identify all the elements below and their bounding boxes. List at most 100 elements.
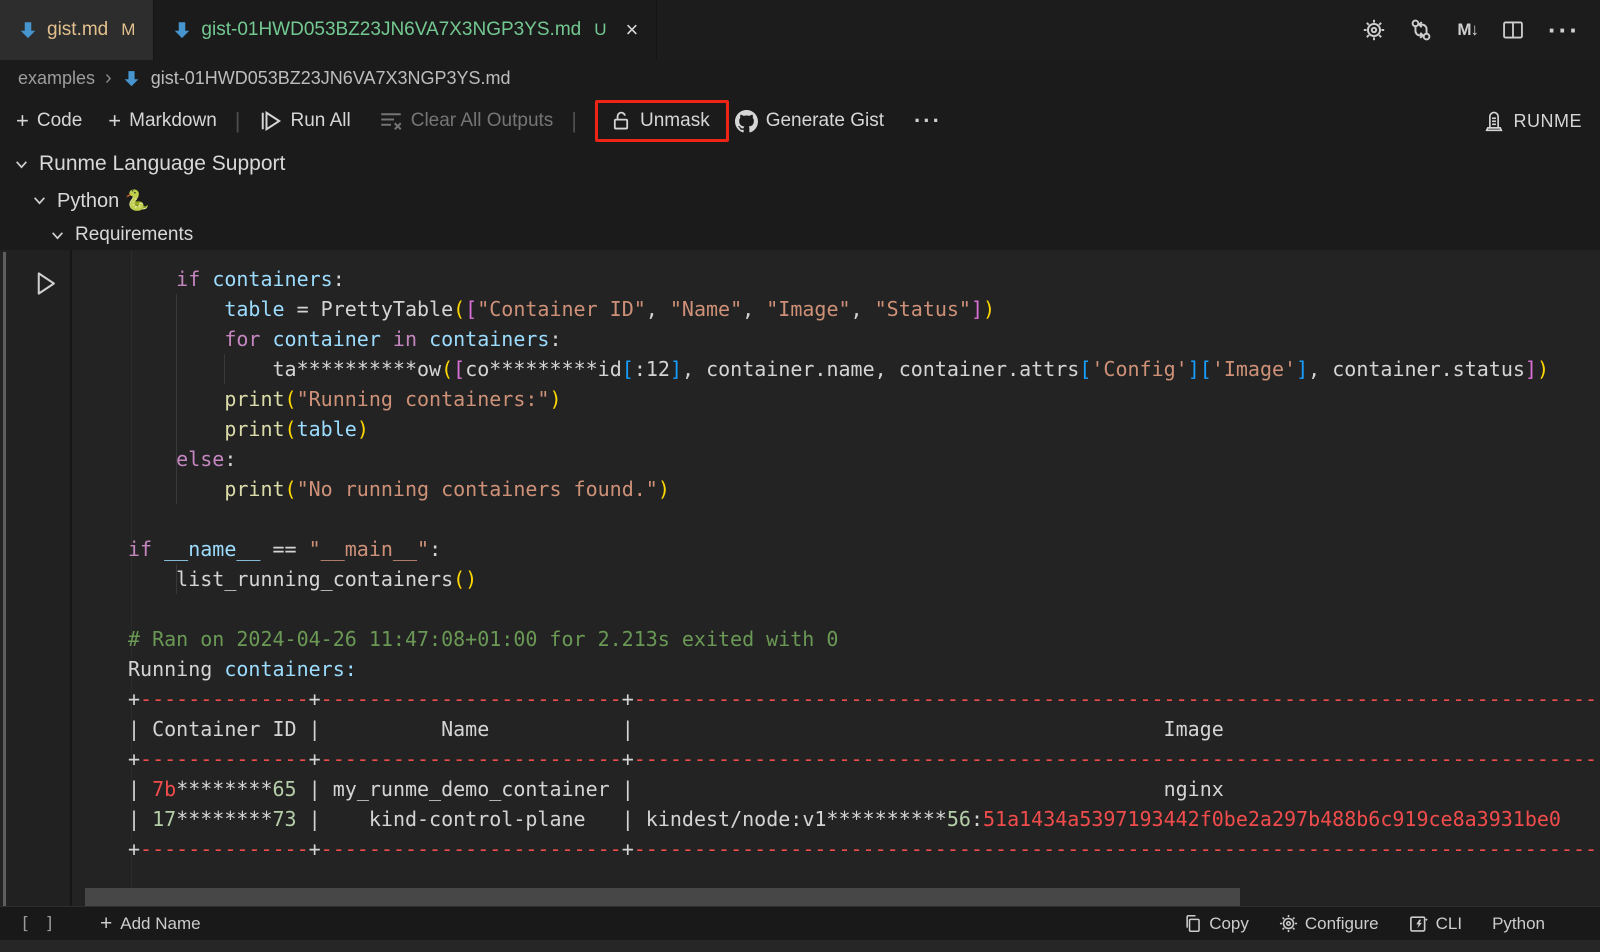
code-line[interactable]: else:	[128, 444, 1598, 474]
code-line[interactable]: table = PrettyTable(["Container ID", "Na…	[128, 294, 1598, 324]
code-token: +	[622, 837, 634, 861]
runme-kernel-button[interactable]: RUNME	[1483, 110, 1600, 132]
code-token	[152, 537, 164, 561]
notebook-code-cell: if containers: table = PrettyTable(["Con…	[0, 250, 1600, 952]
code-token: *********	[489, 357, 597, 381]
cell-bracket-icon: [ ]	[20, 914, 57, 934]
cell-focus-bar[interactable]	[3, 252, 6, 940]
code-token: (	[441, 357, 453, 381]
code-editor[interactable]: if containers: table = PrettyTable(["Con…	[128, 264, 1598, 864]
code-token	[128, 327, 224, 351]
outline-item-runme-language-support[interactable]: Runme Language Support	[14, 152, 285, 176]
kernel-language-label[interactable]: Python	[1492, 914, 1545, 934]
code-token	[128, 387, 224, 411]
code-token: containers	[429, 327, 549, 351]
notebook-more-icon[interactable]: ···	[914, 108, 942, 134]
code-token: [	[1200, 357, 1212, 381]
code-line[interactable]: | 7b********65 | my_runme_demo_container…	[128, 774, 1598, 804]
tab-gist-ulid-md[interactable]: gist-01HWD053BZ23JN6VA7X3NGP3YS.md U ×	[154, 0, 657, 60]
clear-all-icon	[379, 109, 403, 133]
code-token: )	[549, 387, 561, 411]
code-line[interactable]: if __name__ == "__main__":	[128, 534, 1598, 564]
modified-badge: M	[121, 20, 135, 40]
cli-button[interactable]: CLI	[1409, 914, 1462, 934]
code-token: 73	[273, 807, 297, 831]
code-line[interactable]: print(table)	[128, 414, 1598, 444]
code-token: | kind-control-plane | kindest/node:v1	[297, 807, 827, 831]
generate-gist-button[interactable]: Generate Gist	[735, 110, 884, 133]
code-line[interactable]: for container in containers:	[128, 324, 1598, 354]
code-token	[381, 327, 393, 351]
code-token: -------------------------	[321, 747, 622, 771]
notebook-toolbar: + Code + Markdown | Run All Clear All O	[0, 96, 1600, 146]
code-line[interactable]: ta**********ow([co*********id[:12], cont…	[128, 354, 1598, 384]
more-actions-icon[interactable]: ···	[1548, 15, 1580, 46]
code-token: ,	[851, 297, 875, 321]
code-token: :	[429, 537, 441, 561]
settings-gear-icon[interactable]	[1363, 19, 1385, 41]
breadcrumb-file[interactable]: gist-01HWD053BZ23JN6VA7X3NGP3YS.md	[151, 68, 511, 89]
code-token: --------------	[140, 687, 309, 711]
code-token: ]	[1188, 357, 1200, 381]
horizontal-scrollbar[interactable]	[85, 888, 1240, 906]
code-token: )	[658, 477, 670, 501]
close-tab-icon[interactable]: ×	[626, 19, 639, 41]
code-token: |	[128, 777, 152, 801]
tab-gist-md[interactable]: gist.md M	[0, 0, 154, 60]
code-line[interactable]	[128, 504, 1598, 534]
code-line[interactable]: if containers:	[128, 264, 1598, 294]
outline-item-python[interactable]: Python 🐍	[32, 188, 150, 213]
code-token	[128, 297, 224, 321]
code-token: container	[273, 327, 381, 351]
code-line[interactable]: | Container ID | Name | Image	[128, 714, 1598, 744]
copy-button[interactable]: Copy	[1183, 914, 1249, 934]
chevron-down-icon	[32, 193, 47, 208]
code-line[interactable]: +--------------+------------------------…	[128, 684, 1598, 714]
code-token: =	[285, 297, 321, 321]
code-token: --------------	[140, 747, 309, 771]
tab-label: gist-01HWD053BZ23JN6VA7X3NGP3YS.md	[201, 19, 581, 41]
clear-all-outputs-button: Clear All Outputs	[379, 109, 554, 133]
code-token: ow	[417, 357, 441, 381]
code-line[interactable]: | 17********73 | kind-control-plane | ki…	[128, 804, 1598, 834]
code-token: +	[128, 837, 140, 861]
configure-button[interactable]: Configure	[1279, 914, 1379, 934]
code-token: print	[224, 417, 284, 441]
code-line[interactable]: print("No running containers found.")	[128, 474, 1598, 504]
code-token: +	[128, 687, 140, 711]
add-code-cell-button[interactable]: + Code	[16, 108, 82, 134]
code-token: [	[465, 297, 477, 321]
code-token: :12	[634, 357, 670, 381]
code-token: ]	[670, 357, 682, 381]
code-line[interactable]: Running containers:	[128, 654, 1598, 684]
cell-status-actions: Copy Configure	[1183, 914, 1600, 934]
markdown-preview-icon[interactable]: M↓	[1457, 20, 1478, 40]
add-markdown-cell-button[interactable]: + Markdown	[108, 108, 217, 134]
code-token: ]	[971, 297, 983, 321]
code-token: (	[285, 477, 297, 501]
split-editor-icon[interactable]	[1502, 19, 1524, 41]
code-token: "Name"	[670, 297, 742, 321]
git-compare-icon[interactable]	[1409, 18, 1433, 42]
code-line[interactable]	[128, 594, 1598, 624]
outline-item-requirements[interactable]: Requirements	[50, 224, 193, 246]
document-outline: Runme Language Support Python 🐍 Requirem…	[0, 146, 1600, 250]
code-token: ----------------------------------------…	[634, 747, 1598, 771]
add-name-button[interactable]: + Add Name	[100, 912, 201, 936]
code-token	[128, 447, 176, 471]
code-line[interactable]: print("Running containers:")	[128, 384, 1598, 414]
code-line[interactable]: +--------------+------------------------…	[128, 744, 1598, 774]
code-line[interactable]: +--------------+------------------------…	[128, 834, 1598, 864]
run-cell-button[interactable]	[32, 270, 59, 297]
unmask-button[interactable]: Unmask	[610, 110, 710, 132]
code-line[interactable]: list_running_containers()	[128, 564, 1598, 594]
run-all-button[interactable]: Run All	[259, 109, 351, 133]
runme-logo-icon	[1483, 110, 1505, 132]
code-token: --------------	[140, 837, 309, 861]
code-token: :	[224, 447, 236, 471]
code-line[interactable]: # Ran on 2024-04-26 11:47:08+01:00 for 2…	[128, 624, 1598, 654]
code-token: PrettyTable	[321, 297, 453, 321]
code-token	[128, 567, 176, 591]
breadcrumb-folder[interactable]: examples	[18, 68, 95, 89]
toolbar-separator: |	[235, 108, 241, 134]
